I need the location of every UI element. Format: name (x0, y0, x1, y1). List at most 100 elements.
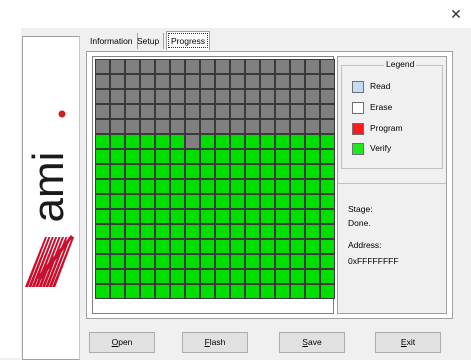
block-cell (170, 104, 185, 119)
tab-setup[interactable]: Setup (133, 33, 165, 49)
block-cell (200, 134, 215, 149)
block-cell (95, 224, 110, 239)
block-cell (140, 134, 155, 149)
block-cell (185, 74, 200, 89)
block-cell (155, 149, 170, 164)
block-cell (275, 149, 290, 164)
save-button[interactable]: Save (279, 332, 345, 353)
block-cell (320, 254, 335, 269)
block-cell (215, 149, 230, 164)
block-cell (290, 194, 305, 209)
block-cell (320, 269, 335, 284)
block-cell (185, 89, 200, 104)
block-cell (230, 164, 245, 179)
block-cell (155, 89, 170, 104)
block-cell (170, 224, 185, 239)
block-cell (140, 104, 155, 119)
block-cell (245, 134, 260, 149)
exit-button[interactable]: Exit (375, 332, 441, 353)
block-cell (260, 164, 275, 179)
tab-progress[interactable]: Progress (166, 31, 211, 50)
block-cell (245, 209, 260, 224)
block-cell (305, 164, 320, 179)
status-area: Stage: Done. Address: 0xFFFFFFFF (338, 183, 446, 314)
block-cell (320, 179, 335, 194)
close-button[interactable]: ✕ (445, 4, 467, 24)
block-cell (320, 134, 335, 149)
block-cell (95, 89, 110, 104)
block-cell (155, 164, 170, 179)
block-cell (260, 194, 275, 209)
block-cell (230, 194, 245, 209)
block-grid (95, 59, 335, 299)
tab-information[interactable]: Information (86, 33, 138, 49)
legend-item-program: Program (352, 122, 403, 135)
block-cell (245, 59, 260, 74)
ami-logo-panel: ami (22, 36, 80, 360)
block-cell (155, 119, 170, 134)
block-cell (260, 89, 275, 104)
block-cell (215, 164, 230, 179)
block-cell (290, 239, 305, 254)
block-cell (185, 179, 200, 194)
block-cell (200, 284, 215, 299)
block-cell (140, 224, 155, 239)
block-cell (275, 209, 290, 224)
block-cell (140, 269, 155, 284)
block-cell (215, 104, 230, 119)
block-cell (170, 194, 185, 209)
block-cell (110, 254, 125, 269)
block-cell (155, 269, 170, 284)
block-cell (320, 74, 335, 89)
open-button[interactable]: Open (89, 332, 155, 353)
flash-button[interactable]: Flash (182, 332, 248, 353)
block-cell (110, 59, 125, 74)
block-cell (290, 179, 305, 194)
block-cell (155, 224, 170, 239)
block-cell (140, 119, 155, 134)
block-cell (140, 194, 155, 209)
block-cell (170, 164, 185, 179)
block-cell (305, 119, 320, 134)
block-cell (200, 119, 215, 134)
block-cell (320, 194, 335, 209)
block-cell (230, 134, 245, 149)
block-cell (260, 134, 275, 149)
block-cell (215, 74, 230, 89)
block-cell (215, 89, 230, 104)
block-cell (125, 134, 140, 149)
block-cell (125, 119, 140, 134)
block-cell (260, 284, 275, 299)
button-bar: Open Flash Save Exit (86, 324, 451, 354)
block-cell (260, 269, 275, 284)
block-cell (290, 104, 305, 119)
block-cell (170, 209, 185, 224)
block-cell (290, 149, 305, 164)
block-cell (125, 59, 140, 74)
block-cell (305, 74, 320, 89)
block-cell (110, 164, 125, 179)
block-cell (110, 89, 125, 104)
block-cell (200, 209, 215, 224)
window-left-edge (0, 28, 21, 358)
block-cell (275, 59, 290, 74)
block-cell (155, 254, 170, 269)
block-cell (185, 239, 200, 254)
block-cell (275, 284, 290, 299)
block-cell (95, 194, 110, 209)
block-cell (110, 239, 125, 254)
block-cell (305, 194, 320, 209)
block-cell (290, 89, 305, 104)
block-cell (185, 119, 200, 134)
block-cell (275, 119, 290, 134)
block-cell (95, 149, 110, 164)
block-cell (305, 149, 320, 164)
block-cell (260, 254, 275, 269)
block-cell (110, 119, 125, 134)
block-cell (275, 269, 290, 284)
legend-item-verify: Verify (352, 142, 392, 155)
block-cell (245, 89, 260, 104)
block-cell (290, 134, 305, 149)
legend-label-verify: Verify (370, 143, 392, 153)
block-cell (230, 59, 245, 74)
